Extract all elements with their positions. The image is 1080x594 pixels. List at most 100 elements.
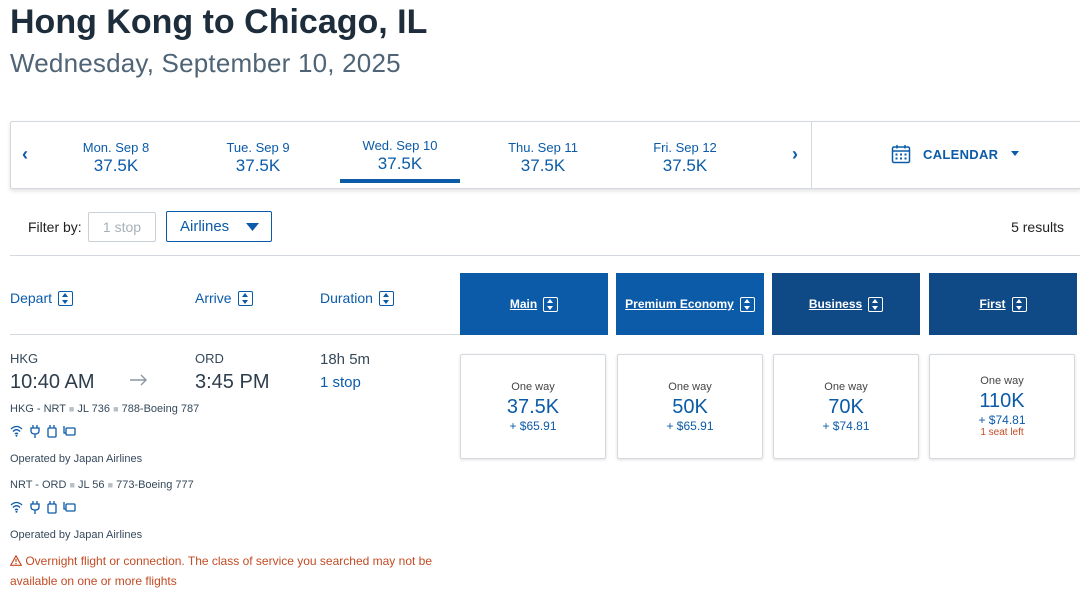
separator: ■: [69, 480, 75, 490]
date-option-sep-11[interactable]: Thu. Sep 11 37.5K: [483, 140, 603, 176]
sort-icon: [1011, 296, 1027, 312]
depart-column-label: Depart: [10, 290, 53, 306]
wifi-icon: [10, 501, 23, 513]
arrow-right-icon: [130, 374, 147, 386]
price-premium-economy[interactable]: One way 50K + $65.91: [617, 354, 763, 459]
date-price: 37.5K: [662, 156, 708, 175]
segment-2-operator: Operated by Japan Airlines: [10, 529, 143, 541]
divider: [10, 255, 1080, 256]
cabin-label: Main: [509, 297, 538, 311]
date-label: Tue. Sep 9: [226, 140, 290, 155]
segment-flight-number: JL 56: [78, 479, 105, 491]
cabin-first-header[interactable]: First: [929, 273, 1077, 335]
depart-time: 10:40 AM: [10, 371, 95, 393]
sort-icon: [378, 290, 394, 306]
seats-left-notice: 1 seat left: [980, 427, 1024, 438]
warning-icon: [9, 554, 23, 566]
cabin-premium-economy-header[interactable]: Premium Economy: [616, 273, 764, 335]
sort-icon: [543, 296, 559, 312]
warning-text: Overnight flight or connection. The clas…: [10, 554, 433, 588]
separator: ■: [68, 404, 75, 414]
usb-power-icon: [47, 501, 57, 514]
price-main[interactable]: One way 37.5K + $65.91: [460, 354, 606, 459]
depart-airport: HKG: [10, 351, 39, 366]
divider: [811, 122, 812, 188]
calendar-button[interactable]: CALENDAR: [891, 144, 1020, 164]
caret-down-icon: [246, 223, 259, 231]
calendar-icon: [891, 145, 911, 164]
airlines-filter-label: Airlines: [180, 218, 230, 235]
segment-route: HKG - NRT: [10, 403, 66, 415]
duration-column-label: Duration: [320, 290, 373, 306]
cabin-business-header[interactable]: Business: [772, 273, 920, 335]
results-count: 5 results: [1011, 219, 1064, 235]
date-price: 37.5K: [93, 156, 139, 175]
price-business[interactable]: One way 70K + $74.81: [773, 354, 919, 459]
miles-price: 37.5K: [506, 396, 560, 418]
date-option-sep-9[interactable]: Tue. Sep 9 37.5K: [198, 140, 318, 176]
miles-price: 70K: [828, 396, 864, 418]
segment-2-amenities: [10, 501, 76, 514]
segment-flight-number: JL 736: [77, 403, 111, 415]
power-outlet-icon: [30, 425, 40, 438]
sort-icon: [868, 296, 884, 312]
date-option-sep-8[interactable]: Mon. Sep 8 37.5K: [56, 140, 176, 176]
segment-2-details: NRT - ORD ■ JL 56 ■ 773-Boeing 777: [10, 479, 194, 491]
sort-icon: [739, 296, 755, 312]
divider: [10, 334, 460, 335]
trip-type-label: One way: [980, 375, 1024, 387]
selected-date-indicator: [340, 179, 460, 183]
trip-type-label: One way: [511, 381, 555, 393]
flight-duration: 18h 5m: [320, 351, 371, 368]
filter-label: Filter by:: [28, 219, 82, 235]
miles-price: 110K: [979, 390, 1025, 412]
cabin-label: Business: [808, 297, 863, 311]
date-option-sep-10-selected[interactable]: Wed. Sep 10 37.5K: [340, 138, 460, 174]
date-price: 37.5K: [377, 154, 423, 173]
separator: ■: [113, 404, 119, 414]
trip-type-label: One way: [668, 381, 712, 393]
price-first[interactable]: One way 110K + $74.81 1 seat left: [929, 354, 1075, 459]
cabin-label: Premium Economy: [625, 297, 734, 311]
date-price: 37.5K: [235, 156, 281, 175]
date-option-sep-12[interactable]: Fri. Sep 12 37.5K: [625, 140, 745, 176]
sort-arrive[interactable]: Arrive: [195, 290, 253, 306]
stops-link[interactable]: 1 stop: [320, 374, 361, 391]
arrive-column-label: Arrive: [195, 290, 232, 306]
entertainment-icon: [63, 426, 76, 436]
date-price: 37.5K: [520, 156, 566, 175]
entertainment-icon: [63, 502, 76, 512]
wifi-icon: [10, 425, 23, 437]
segment-1-operator: Operated by Japan Airlines: [10, 453, 143, 465]
miles-price: 50K: [672, 396, 708, 418]
stops-filter[interactable]: 1 stop: [88, 212, 156, 242]
page-title: Hong Kong to Chicago, IL: [10, 3, 428, 41]
power-outlet-icon: [30, 501, 40, 514]
segment-aircraft: 788-Boeing 787: [121, 403, 200, 415]
date-label: Mon. Sep 8: [82, 140, 150, 155]
usb-power-icon: [47, 425, 57, 438]
segment-1-details: HKG - NRT ■ JL 736 ■ 788-Boeing 787: [10, 403, 199, 415]
date-label: Thu. Sep 11: [508, 140, 578, 155]
cabin-main-header[interactable]: Main: [460, 273, 608, 335]
segment-route: NRT - ORD: [10, 479, 67, 491]
caret-down-icon: [1011, 151, 1020, 156]
next-dates-arrow[interactable]: ›: [792, 144, 798, 165]
segment-aircraft: 773-Boeing 777: [116, 479, 194, 491]
separator: ■: [107, 480, 114, 490]
overnight-warning: Overnight flight or connection. The clas…: [9, 551, 450, 591]
previous-dates-arrow[interactable]: ‹: [22, 144, 28, 165]
cabin-label: First: [979, 297, 1006, 311]
calendar-label: CALENDAR: [923, 146, 999, 162]
trip-type-label: One way: [824, 381, 868, 393]
taxes-fees: + $74.81: [978, 413, 1026, 427]
segment-1-amenities: [10, 425, 76, 438]
sort-icon: [237, 290, 253, 306]
sort-duration[interactable]: Duration: [320, 290, 394, 306]
taxes-fees: + $74.81: [822, 419, 870, 433]
sort-icon: [58, 290, 74, 306]
airlines-filter-dropdown[interactable]: Airlines: [166, 211, 272, 242]
date-label: Fri. Sep 12: [653, 140, 717, 155]
sort-depart[interactable]: Depart: [10, 290, 74, 306]
arrive-time: 3:45 PM: [195, 371, 270, 393]
